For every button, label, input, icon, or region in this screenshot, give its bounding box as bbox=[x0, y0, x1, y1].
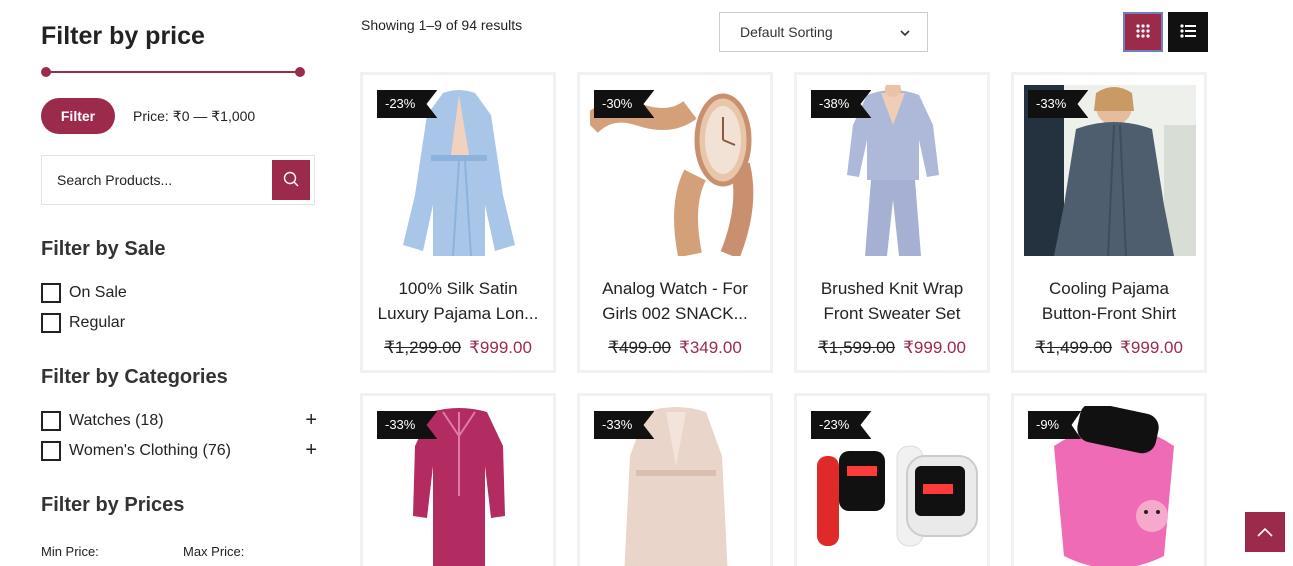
category-label: Watches (18) bbox=[69, 412, 164, 429]
price-range-value: ₹0 — ₹1,000 bbox=[172, 108, 256, 124]
product-name-line: Analog Watch - For bbox=[602, 279, 748, 298]
sort-dropdown[interactable]: Default Sorting bbox=[719, 12, 928, 52]
old-price: ₹499.00 bbox=[608, 338, 671, 357]
checkbox[interactable] bbox=[41, 411, 61, 431]
product-card[interactable]: -38% Brushed Knit Wrap Front Sweater Set… bbox=[794, 72, 990, 373]
sale-option-label: Regular bbox=[69, 314, 126, 331]
results-count: Showing 1–9 of 94 results bbox=[361, 17, 523, 33]
expand-plus-icon[interactable]: + bbox=[305, 409, 317, 432]
product-card[interactable]: -33% bbox=[360, 393, 556, 566]
chevron-down-icon bbox=[899, 26, 911, 42]
price-slider[interactable] bbox=[41, 67, 305, 77]
sale-option-label: On Sale bbox=[69, 284, 127, 301]
category-label: Women's Clothing (76) bbox=[69, 442, 231, 459]
product-name-line: Brushed Knit Wrap bbox=[820, 279, 964, 298]
chevron-up-icon bbox=[1257, 525, 1273, 540]
search-input[interactable] bbox=[42, 156, 272, 204]
checkbox[interactable] bbox=[41, 441, 61, 461]
grid-icon bbox=[1136, 23, 1150, 41]
checkbox[interactable] bbox=[41, 283, 61, 303]
filter-by-prices-title: Filter by Prices bbox=[41, 494, 185, 516]
price-range: Price: ₹0 — ₹1,000 bbox=[133, 108, 255, 125]
product-card[interactable]: -23% bbox=[794, 393, 990, 566]
product-price: ₹499.00 ₹349.00 bbox=[580, 338, 770, 358]
product-name[interactable]: Analog Watch - For Girls 002 SNACK... bbox=[588, 276, 762, 326]
sale-option-on-sale[interactable]: On Sale bbox=[41, 283, 317, 303]
product-card[interactable]: -9% bbox=[1011, 393, 1207, 566]
product-search bbox=[41, 155, 315, 205]
product-card[interactable]: -23% 100% Silk Satin Luxury Pajama Lon..… bbox=[360, 72, 556, 373]
filter-by-price-title: Filter by price bbox=[41, 22, 205, 50]
product-name-line: Girls 002 SNACK... bbox=[602, 304, 748, 323]
scroll-to-top-button[interactable] bbox=[1245, 512, 1285, 552]
category-watches[interactable]: Watches (18) + bbox=[41, 409, 317, 432]
price-slider-min-handle[interactable] bbox=[41, 67, 51, 77]
min-price-label: Min Price: bbox=[41, 544, 99, 559]
max-price-label: Max Price: bbox=[183, 544, 245, 559]
product-name-line: Luxury Pajama Lon... bbox=[377, 304, 539, 323]
price-slider-track bbox=[44, 71, 302, 73]
product-name-line: Cooling Pajama bbox=[1048, 279, 1169, 298]
sale-price: ₹999.00 bbox=[903, 338, 966, 357]
grid-view-button[interactable] bbox=[1123, 12, 1163, 52]
search-icon bbox=[283, 171, 299, 190]
checkbox[interactable] bbox=[41, 313, 61, 333]
product-name-line: 100% Silk Satin bbox=[398, 279, 518, 298]
old-price: ₹1,599.00 bbox=[818, 338, 896, 357]
old-price: ₹1,499.00 bbox=[1035, 338, 1113, 357]
sort-value: Default Sorting bbox=[740, 24, 833, 40]
price-slider-max-handle[interactable] bbox=[295, 67, 305, 77]
sale-price: ₹999.00 bbox=[1120, 338, 1183, 357]
product-price: ₹1,499.00 ₹999.00 bbox=[1014, 338, 1204, 358]
search-button[interactable] bbox=[272, 160, 310, 200]
product-name[interactable]: 100% Silk Satin Luxury Pajama Lon... bbox=[371, 276, 545, 326]
sale-price: ₹349.00 bbox=[679, 338, 742, 357]
product-card[interactable]: -30% Analog Watch - For Girls 002 SNACK.… bbox=[577, 72, 773, 373]
product-name[interactable]: Brushed Knit Wrap Front Sweater Set bbox=[805, 276, 979, 326]
filter-button[interactable]: Filter bbox=[41, 98, 115, 134]
list-view-button[interactable] bbox=[1168, 12, 1208, 52]
product-name-line: Front Sweater Set bbox=[823, 304, 961, 323]
sale-price: ₹999.00 bbox=[469, 338, 532, 357]
expand-plus-icon[interactable]: + bbox=[305, 439, 317, 462]
list-icon bbox=[1180, 23, 1196, 41]
filter-by-sale-title: Filter by Sale bbox=[41, 238, 166, 260]
product-price: ₹1,599.00 ₹999.00 bbox=[797, 338, 987, 358]
product-name[interactable]: Cooling Pajama Button-Front Shirt bbox=[1022, 276, 1196, 326]
old-price: ₹1,299.00 bbox=[384, 338, 462, 357]
category-womens-clothing[interactable]: Women's Clothing (76) + bbox=[41, 439, 317, 462]
sale-option-regular[interactable]: Regular bbox=[41, 313, 317, 333]
filter-by-categories-title: Filter by Categories bbox=[41, 366, 228, 388]
product-name-line: Button-Front Shirt bbox=[1041, 304, 1177, 323]
product-card[interactable]: -33% bbox=[577, 393, 773, 566]
product-price: ₹1,299.00 ₹999.00 bbox=[363, 338, 553, 358]
product-card[interactable]: -33% Cooling Pajama Button-Front Shirt ₹… bbox=[1011, 72, 1207, 373]
price-range-label: Price: bbox=[133, 108, 169, 124]
